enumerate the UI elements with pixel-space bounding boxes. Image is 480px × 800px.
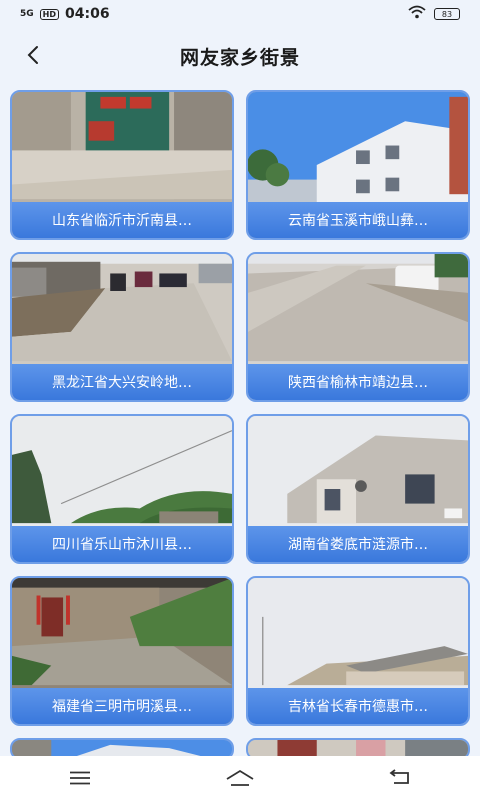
menu-icon	[70, 771, 90, 785]
street-view-card[interactable]: 吉林省长春市德惠市…	[246, 576, 470, 726]
street-view-card[interactable]: 山东省临沂市沂南县…	[10, 90, 234, 240]
street-view-card[interactable]: 陕西省榆林市靖边县…	[246, 252, 470, 402]
home-icon	[226, 769, 254, 786]
street-view-card[interactable]: 云南省玉溪市峨山彝…	[246, 90, 470, 240]
hd-badge: HD	[39, 8, 59, 20]
status-bar: 5G HD 04:06 83	[0, 0, 480, 28]
street-view-card[interactable]: 黑龙江省大兴安岭地…	[10, 252, 234, 402]
card-caption: 福建省三明市明溪县…	[12, 688, 232, 724]
back-arrow-icon	[27, 46, 38, 64]
street-view-grid: 山东省临沂市沂南县… 云南省玉溪市峨山彝… 黑龙江省大兴安岭地… 陕西省榆林市靖…	[10, 90, 470, 760]
system-nav-bar	[0, 756, 480, 800]
card-caption: 四川省乐山市沐川县…	[12, 526, 232, 562]
card-caption: 云南省玉溪市峨山彝…	[248, 202, 468, 238]
card-caption: 陕西省榆林市靖边县…	[248, 364, 468, 400]
wifi-icon	[408, 5, 426, 23]
card-caption: 山东省临沂市沂南县…	[12, 202, 232, 238]
battery-icon: 83	[434, 8, 460, 20]
card-caption: 湖南省娄底市涟源市…	[248, 526, 468, 562]
back-nav-button[interactable]	[370, 760, 430, 796]
home-button[interactable]	[210, 760, 270, 796]
card-caption: 吉林省长春市德惠市…	[248, 688, 468, 724]
card-caption: 黑龙江省大兴安岭地…	[12, 364, 232, 400]
header: 网友家乡街景	[0, 28, 480, 84]
signal-indicator: 5G	[20, 8, 34, 19]
street-view-card[interactable]: 湖南省娄底市涟源市…	[246, 414, 470, 564]
page-title: 网友家乡街景	[179, 46, 300, 69]
return-icon	[389, 769, 409, 784]
status-time: 04:06	[65, 6, 110, 22]
street-view-card[interactable]: 福建省三明市明溪县…	[10, 576, 234, 726]
back-button[interactable]	[18, 40, 48, 70]
street-view-card[interactable]: 四川省乐山市沐川县…	[10, 414, 234, 564]
menu-button[interactable]	[50, 760, 110, 796]
battery-level: 83	[441, 9, 453, 19]
